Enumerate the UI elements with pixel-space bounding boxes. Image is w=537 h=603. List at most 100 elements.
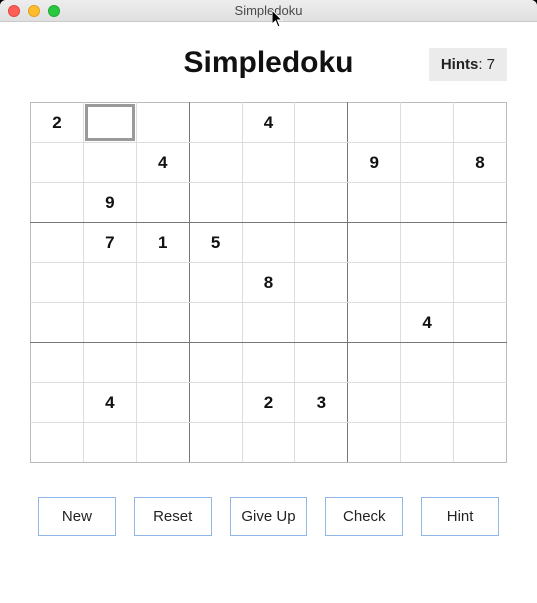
cell-2-4[interactable] — [242, 183, 295, 223]
cell-3-5[interactable] — [295, 223, 348, 263]
cell-3-0[interactable] — [31, 223, 84, 263]
cell-4-5[interactable] — [295, 263, 348, 303]
cell-0-8[interactable] — [454, 103, 507, 143]
cell-1-8[interactable]: 8 — [454, 143, 507, 183]
cell-8-0[interactable] — [31, 423, 84, 463]
hints-label: Hints — [441, 56, 479, 73]
cell-1-5[interactable] — [295, 143, 348, 183]
cell-2-5[interactable] — [295, 183, 348, 223]
cell-5-1[interactable] — [83, 303, 136, 343]
zoom-icon[interactable] — [48, 5, 60, 17]
cell-8-4[interactable] — [242, 423, 295, 463]
cell-6-2[interactable] — [136, 343, 189, 383]
hints-badge: Hints: 7 — [429, 48, 507, 81]
cell-6-4[interactable] — [242, 343, 295, 383]
cell-1-2[interactable]: 4 — [136, 143, 189, 183]
cell-4-2[interactable] — [136, 263, 189, 303]
cell-6-7[interactable] — [401, 343, 454, 383]
cell-7-5[interactable]: 3 — [295, 383, 348, 423]
give-up-button[interactable]: Give Up — [230, 497, 308, 536]
cell-7-7[interactable] — [401, 383, 454, 423]
cell-0-6[interactable] — [348, 103, 401, 143]
cell-8-6[interactable] — [348, 423, 401, 463]
cell-5-4[interactable] — [242, 303, 295, 343]
cell-0-2[interactable] — [136, 103, 189, 143]
app-window: Simpledoku Simpledoku Hints: 7 244989715… — [0, 0, 537, 603]
cell-8-7[interactable] — [401, 423, 454, 463]
cell-6-0[interactable] — [31, 343, 84, 383]
cell-3-3[interactable]: 5 — [189, 223, 242, 263]
cell-7-4[interactable]: 2 — [242, 383, 295, 423]
cell-1-7[interactable] — [401, 143, 454, 183]
cell-0-7[interactable] — [401, 103, 454, 143]
cell-1-0[interactable] — [31, 143, 84, 183]
cell-4-0[interactable] — [31, 263, 84, 303]
check-button[interactable]: Check — [325, 497, 403, 536]
cell-5-6[interactable] — [348, 303, 401, 343]
cell-5-5[interactable] — [295, 303, 348, 343]
cell-4-8[interactable] — [454, 263, 507, 303]
page-title: Simpledoku — [183, 46, 353, 80]
titlebar: Simpledoku — [0, 0, 537, 22]
cell-2-7[interactable] — [401, 183, 454, 223]
cell-6-6[interactable] — [348, 343, 401, 383]
cell-2-1[interactable]: 9 — [83, 183, 136, 223]
cell-7-6[interactable] — [348, 383, 401, 423]
cell-3-1[interactable]: 7 — [83, 223, 136, 263]
cell-2-0[interactable] — [31, 183, 84, 223]
cell-8-8[interactable] — [454, 423, 507, 463]
cell-5-0[interactable] — [31, 303, 84, 343]
cell-0-0[interactable]: 2 — [31, 103, 84, 143]
cell-5-7[interactable]: 4 — [401, 303, 454, 343]
cell-7-2[interactable] — [136, 383, 189, 423]
cell-3-6[interactable] — [348, 223, 401, 263]
cell-0-4[interactable]: 4 — [242, 103, 295, 143]
close-icon[interactable] — [8, 5, 20, 17]
cell-4-3[interactable] — [189, 263, 242, 303]
new-button[interactable]: New — [38, 497, 116, 536]
cell-2-2[interactable] — [136, 183, 189, 223]
cell-1-6[interactable]: 9 — [348, 143, 401, 183]
cell-2-3[interactable] — [189, 183, 242, 223]
hints-count: 7 — [487, 56, 495, 73]
cell-3-8[interactable] — [454, 223, 507, 263]
button-row: New Reset Give Up Check Hint — [30, 497, 507, 536]
cell-2-8[interactable] — [454, 183, 507, 223]
cell-8-2[interactable] — [136, 423, 189, 463]
cell-0-5[interactable] — [295, 103, 348, 143]
window-controls — [0, 5, 60, 17]
cell-8-5[interactable] — [295, 423, 348, 463]
cell-1-4[interactable] — [242, 143, 295, 183]
cell-7-8[interactable] — [454, 383, 507, 423]
cell-4-6[interactable] — [348, 263, 401, 303]
cell-5-3[interactable] — [189, 303, 242, 343]
cell-2-6[interactable] — [348, 183, 401, 223]
hint-button[interactable]: Hint — [421, 497, 499, 536]
sudoku-board: 24498971584423 — [30, 102, 507, 463]
cell-4-7[interactable] — [401, 263, 454, 303]
cell-8-3[interactable] — [189, 423, 242, 463]
reset-button[interactable]: Reset — [134, 497, 212, 536]
cell-6-3[interactable] — [189, 343, 242, 383]
cell-4-4[interactable]: 8 — [242, 263, 295, 303]
cell-1-3[interactable] — [189, 143, 242, 183]
cell-0-3[interactable] — [189, 103, 242, 143]
cell-6-5[interactable] — [295, 343, 348, 383]
cell-3-4[interactable] — [242, 223, 295, 263]
header-row: Simpledoku Hints: 7 — [30, 40, 507, 86]
cell-5-2[interactable] — [136, 303, 189, 343]
minimize-icon[interactable] — [28, 5, 40, 17]
cell-4-1[interactable] — [83, 263, 136, 303]
cell-1-1[interactable] — [83, 143, 136, 183]
cell-7-3[interactable] — [189, 383, 242, 423]
cell-7-1[interactable]: 4 — [83, 383, 136, 423]
cell-6-1[interactable] — [83, 343, 136, 383]
cell-6-8[interactable] — [454, 343, 507, 383]
cell-8-1[interactable] — [83, 423, 136, 463]
window-title: Simpledoku — [0, 3, 537, 18]
cell-5-8[interactable] — [454, 303, 507, 343]
cell-0-1[interactable] — [83, 103, 136, 143]
cell-7-0[interactable] — [31, 383, 84, 423]
cell-3-7[interactable] — [401, 223, 454, 263]
cell-3-2[interactable]: 1 — [136, 223, 189, 263]
